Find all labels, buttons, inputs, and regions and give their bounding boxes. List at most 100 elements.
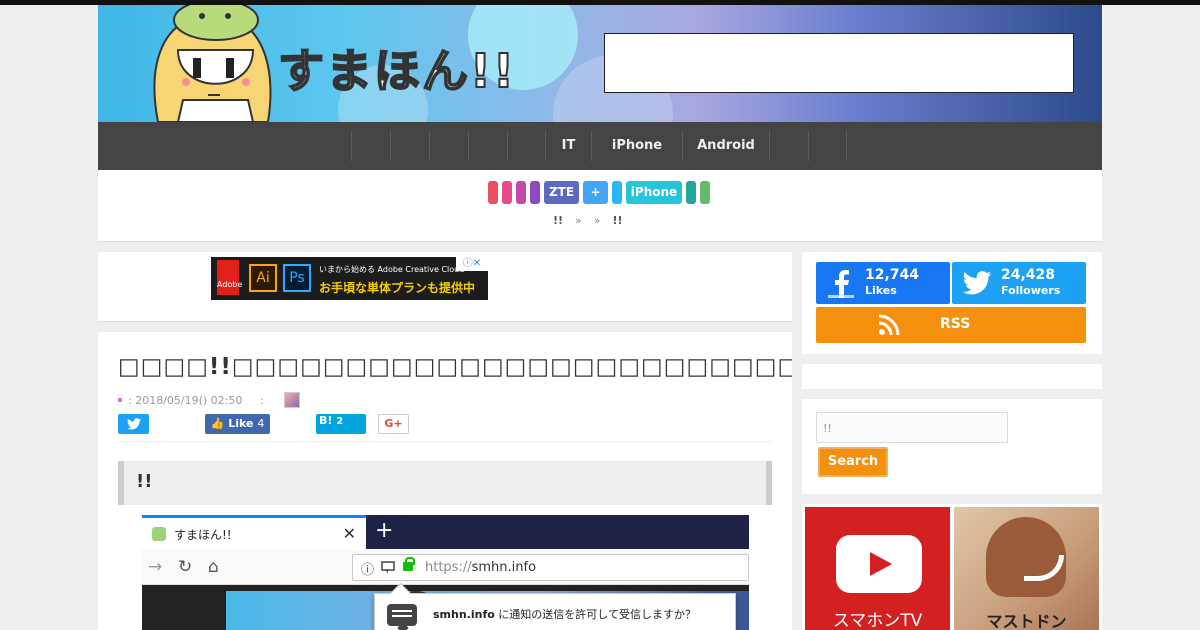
twitter-icon bbox=[962, 271, 992, 295]
header-ad-slot[interactable] bbox=[604, 33, 1074, 93]
illustrator-icon: Ai bbox=[249, 264, 277, 292]
search-input[interactable]: !! bbox=[816, 412, 1008, 443]
url-host: smhn.info bbox=[471, 560, 537, 575]
adobe-ad-banner[interactable]: Adobe Ai Ps いまから始める Adobe Creative Cloud… bbox=[211, 257, 488, 300]
info-icon: ⓘ bbox=[361, 563, 375, 578]
like-label: Like bbox=[228, 417, 254, 430]
rss-label: RSS bbox=[940, 316, 971, 332]
gplus-share-button[interactable]: G+ bbox=[378, 414, 409, 434]
rss-button[interactable]: RSS bbox=[816, 307, 1086, 343]
twitter-count: 24,428 bbox=[1001, 267, 1056, 283]
nav-items: IT iPhone Android bbox=[351, 131, 847, 161]
shot-tab: すまほん!! ✕ bbox=[142, 515, 366, 549]
facebook-label: Likes bbox=[865, 284, 897, 297]
breadcrumb-separator: » bbox=[575, 214, 582, 227]
shot-tab-title: すまほん!! bbox=[174, 528, 232, 542]
tag-chip[interactable] bbox=[516, 181, 526, 204]
site-title[interactable]: すまほん!! bbox=[277, 35, 516, 101]
facebook-follow-button[interactable]: 12,744 Likes bbox=[816, 262, 950, 304]
facebook-like-button[interactable]: 👍 Like 4 bbox=[205, 414, 270, 434]
new-tab-icon: + bbox=[375, 518, 394, 543]
nav-item[interactable] bbox=[808, 131, 847, 161]
url-scheme: https:// bbox=[425, 560, 472, 575]
tag-chip[interactable] bbox=[502, 181, 512, 204]
nav-item[interactable] bbox=[507, 131, 545, 161]
sidebar-widget bbox=[802, 364, 1102, 389]
ad-choices-icon[interactable]: ⓘ✕ bbox=[456, 257, 488, 271]
reload-icon: ↻ bbox=[178, 557, 193, 577]
shot-url: https://smhn.info bbox=[425, 560, 536, 575]
twitter-follow-button[interactable]: 24,428 Followers bbox=[952, 262, 1086, 304]
twitter-label: Followers bbox=[1001, 284, 1061, 297]
tag-chip-iphone[interactable]: iPhone bbox=[626, 181, 682, 204]
tag-chip-zte[interactable]: ZTE bbox=[544, 181, 579, 204]
chat-bubble-icon bbox=[387, 604, 417, 626]
breadcrumb: !! » » !! bbox=[553, 214, 623, 227]
section-heading-text: !! bbox=[136, 471, 153, 492]
section-heading: !! bbox=[118, 461, 772, 505]
nav-item[interactable] bbox=[351, 131, 390, 161]
adobe-logo: Adobe bbox=[217, 260, 242, 295]
author-separator: : bbox=[260, 393, 265, 407]
popup-message: smhn.info に通知の送信を許可して受信しますか？ bbox=[433, 606, 696, 622]
youtube-play-icon bbox=[836, 535, 922, 593]
breadcrumb-separator: » bbox=[593, 214, 601, 227]
search-button[interactable]: Search bbox=[818, 447, 888, 477]
tag-list: ZTE + iPhone bbox=[488, 181, 710, 204]
photoshop-icon: Ps bbox=[283, 264, 311, 292]
main-nav: IT iPhone Android bbox=[98, 122, 1102, 170]
popup-host: smhn.info bbox=[433, 608, 495, 621]
tag-chip[interactable] bbox=[700, 181, 710, 204]
author-avatar[interactable] bbox=[284, 392, 301, 408]
nav-item-it[interactable]: IT bbox=[545, 131, 591, 161]
mastodon-banner[interactable]: マストドン bbox=[954, 507, 1099, 630]
youtube-caption: スマホンTV bbox=[832, 611, 923, 630]
nav-item[interactable] bbox=[468, 131, 507, 161]
calendar-icon bbox=[118, 398, 122, 402]
tag-chip[interactable] bbox=[686, 181, 696, 204]
youtube-banner[interactable]: スマホンTV bbox=[805, 507, 950, 630]
lock-icon bbox=[403, 557, 415, 571]
shot-tab-bar: すまほん!! ✕ + bbox=[142, 515, 749, 549]
notification-icon bbox=[381, 561, 395, 573]
nav-item[interactable] bbox=[390, 131, 429, 161]
shot-url-bar: ⓘ https://smhn.info bbox=[352, 554, 749, 581]
tag-bar: ZTE + iPhone !! » » !! bbox=[98, 170, 1102, 242]
tag-chip[interactable] bbox=[612, 181, 622, 204]
like-count: 4 bbox=[257, 417, 265, 430]
rss-icon bbox=[878, 314, 900, 336]
twitter-icon bbox=[126, 418, 141, 430]
hatena-icon: B! bbox=[319, 414, 333, 427]
nav-item[interactable] bbox=[769, 131, 808, 161]
twitter-share-button[interactable] bbox=[118, 414, 149, 434]
nav-item[interactable] bbox=[429, 131, 468, 161]
article-title: □□□□!!□□□□□□□□□□□□□□□□□□□□□□□□□□□ bbox=[118, 354, 792, 380]
nav-item-iphone[interactable]: iPhone bbox=[591, 131, 682, 161]
search-widget: !! Search bbox=[802, 399, 1102, 494]
mascot-illustration bbox=[153, 5, 272, 122]
article-date: : 2018/05/19() 02:50 bbox=[128, 393, 243, 407]
facebook-count: 12,744 bbox=[865, 267, 920, 283]
ad-box: Adobe Ai Ps いまから始める Adobe Creative Cloud… bbox=[98, 252, 792, 322]
share-buttons: 👍 Like 4 B! 2 G+ bbox=[118, 414, 772, 442]
tag-chip-plus[interactable]: + bbox=[583, 181, 608, 204]
mastodon-caption: マストドン bbox=[986, 612, 1067, 630]
hatena-count: 2 bbox=[336, 416, 344, 427]
breadcrumb-current: !! bbox=[612, 214, 623, 227]
tag-chip[interactable] bbox=[488, 181, 498, 204]
site-header: すまほん!! bbox=[98, 5, 1102, 122]
nav-item-android[interactable]: Android bbox=[682, 131, 769, 161]
popup-text: に通知の送信を許可して受信しますか？ bbox=[494, 608, 696, 621]
ad-line-2: お手頃な単体プランも提供中 bbox=[319, 281, 476, 295]
thumbs-up-icon: 👍 bbox=[210, 417, 225, 430]
close-icon: ✕ bbox=[342, 524, 356, 543]
channel-banners: スマホンTV マストドン bbox=[802, 504, 1102, 630]
home-icon: ⌂ bbox=[208, 557, 219, 577]
browser-screenshot: すまほん!! ✕ + → ↻ ⌂ ⓘ https://smhn.info smh… bbox=[142, 515, 749, 630]
forward-icon: → bbox=[148, 557, 163, 577]
hatena-bookmark-button[interactable]: B! 2 bbox=[316, 414, 366, 434]
breadcrumb-home[interactable]: !! bbox=[553, 214, 563, 227]
shot-toolbar: → ↻ ⌂ ⓘ https://smhn.info bbox=[142, 549, 749, 585]
tag-chip[interactable] bbox=[530, 181, 540, 204]
facebook-icon bbox=[828, 270, 854, 298]
